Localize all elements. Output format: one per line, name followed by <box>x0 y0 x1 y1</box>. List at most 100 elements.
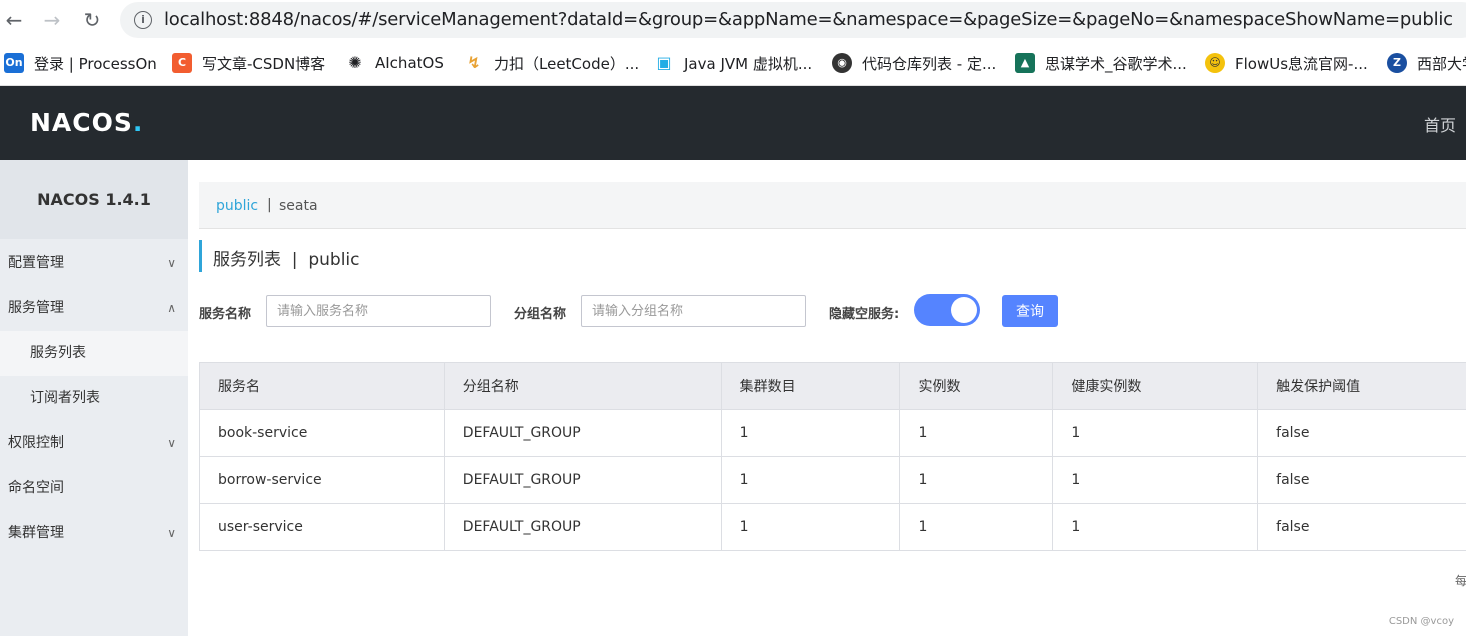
bookmark-csdn[interactable]: C 写文章-CSDN博客 <box>172 52 325 74</box>
watermark: CSDN @vcoy <box>1388 616 1454 627</box>
column-header[interactable]: 触发保护阈值 <box>1257 362 1466 410</box>
url-field[interactable]: i localhost:8848/nacos/#/serviceManageme… <box>120 2 1466 38</box>
healthy-count-cell: 1 <box>1052 409 1259 457</box>
flowus-icon: ☺ <box>1205 53 1225 73</box>
service-name-cell: borrow-service <box>199 456 445 504</box>
bookmark-label: 登录 | ProcessOn <box>34 54 157 73</box>
sidebar-item-cluster[interactable]: 集群管理 ∨ <box>0 511 188 556</box>
sidebar-item-subscribers[interactable]: 订阅者列表 <box>0 376 188 421</box>
chevron-down-icon: ∨ <box>167 256 176 270</box>
protect-threshold-cell: false <box>1257 503 1466 551</box>
bookmark-leetcode[interactable]: ↯ 力扣（LeetCode）... <box>464 52 639 74</box>
url-text[interactable]: localhost:8848/nacos/#/serviceManagement… <box>164 9 1453 30</box>
hide-empty-label: 隐藏空服务: <box>829 307 900 322</box>
column-header[interactable]: 分组名称 <box>444 362 722 410</box>
hide-empty-toggle[interactable] <box>914 294 980 326</box>
group-name-label: 分组名称 <box>514 307 567 322</box>
bookmark-code-repo[interactable]: ◉ 代码仓库列表 - 定... <box>832 52 996 74</box>
logo-dot: . <box>132 108 144 137</box>
chevron-down-icon: ∨ <box>167 526 176 540</box>
leetcode-icon: ↯ <box>464 53 484 73</box>
bookmark-aichatos[interactable]: ✺ AIchatOS <box>345 52 444 74</box>
toggle-knob <box>951 297 977 323</box>
xibu-icon: Z <box>1387 53 1407 73</box>
home-link[interactable]: 首页 <box>1424 112 1456 136</box>
namespace-public[interactable]: public <box>216 198 258 214</box>
service-name-cell: user-service <box>199 503 445 551</box>
sidebar-item-label: 命名空间 <box>8 480 64 496</box>
column-header[interactable]: 集群数目 <box>721 362 901 410</box>
bookmark-xibu[interactable]: Z 西部大学 <box>1387 52 1466 74</box>
instance-count-cell: 1 <box>899 456 1054 504</box>
sidebar-item-config[interactable]: 配置管理 ∨ <box>0 241 188 286</box>
bilibili-icon: ▣ <box>654 53 674 73</box>
namespace-seata[interactable]: seata <box>279 198 318 214</box>
chevron-up-icon: ∧ <box>167 301 176 315</box>
healthy-count-cell: 1 <box>1052 503 1259 551</box>
service-name-label: 服务名称 <box>199 307 252 322</box>
logo-text: NACOS <box>30 108 133 137</box>
bookmark-flowus[interactable]: ☺ FlowUs息流官网-... <box>1205 52 1368 74</box>
sidebar-item-namespace[interactable]: 命名空间 <box>0 466 188 511</box>
bookmark-label: Java JVM 虚拟机... <box>684 54 813 73</box>
group-cell: DEFAULT_GROUP <box>444 456 722 504</box>
protect-threshold-cell: false <box>1257 456 1466 504</box>
sidebar-item-label: 服务列表 <box>30 345 86 361</box>
table-row[interactable]: borrow-service DEFAULT_GROUP 1 1 1 false <box>199 456 1466 504</box>
sidebar-item-label: 配置管理 <box>8 255 64 271</box>
table-row[interactable]: book-service DEFAULT_GROUP 1 1 1 false <box>199 409 1466 457</box>
healthy-count-cell: 1 <box>1052 456 1259 504</box>
sidebar-item-label: 集群管理 <box>8 525 64 541</box>
bookmark-processon[interactable]: On 登录 | ProcessOn <box>4 52 157 74</box>
reload-icon[interactable]: ↻ <box>80 8 104 32</box>
forward-arrow-icon[interactable]: → <box>40 8 64 32</box>
instance-count-cell: 1 <box>899 409 1054 457</box>
pager-hint: 每 <box>1455 574 1466 588</box>
nacos-logo[interactable]: NACOS. <box>30 108 143 137</box>
bookmark-label: 西部大学 <box>1417 54 1466 73</box>
table-row[interactable]: user-service DEFAULT_GROUP 1 1 1 false <box>199 503 1466 551</box>
instance-count-cell: 1 <box>899 503 1054 551</box>
bookmark-label: 写文章-CSDN博客 <box>202 54 326 73</box>
namespace-separator: | <box>267 197 272 213</box>
back-arrow-icon[interactable]: ← <box>2 8 26 32</box>
service-table: 服务名 分组名称 集群数目 实例数 健康实例数 触发保护阈值 book-serv… <box>199 362 1466 551</box>
chevron-down-icon: ∨ <box>167 436 176 450</box>
sidebar-item-permissions[interactable]: 权限控制 ∨ <box>0 421 188 466</box>
group-cell: DEFAULT_GROUP <box>444 409 722 457</box>
sidebar-item-label: 权限控制 <box>8 435 64 451</box>
scholar-icon: ▲ <box>1015 53 1035 73</box>
sidebar-item-label: 订阅者列表 <box>30 390 100 406</box>
column-header[interactable]: 实例数 <box>899 362 1054 410</box>
service-name-input[interactable] <box>266 295 491 327</box>
site-info-icon[interactable]: i <box>134 11 152 29</box>
sidebar-item-service-list[interactable]: 服务列表 <box>0 331 188 376</box>
code-repo-icon: ◉ <box>832 53 852 73</box>
version-title: NACOS 1.4.1 <box>0 160 188 239</box>
column-header[interactable]: 健康实例数 <box>1052 362 1259 410</box>
bookmark-bilibili[interactable]: ▣ Java JVM 虚拟机... <box>654 52 812 74</box>
bookmark-label: 思谋学术_谷歌学术... <box>1045 54 1187 73</box>
bookmarks-bar: On 登录 | ProcessOn C 写文章-CSDN博客 ✺ AIchatO… <box>0 40 1466 86</box>
bookmark-scholar[interactable]: ▲ 思谋学术_谷歌学术... <box>1015 52 1187 74</box>
sidebar-item-label: 服务管理 <box>8 300 64 316</box>
processon-icon: On <box>4 53 24 73</box>
service-name-cell: book-service <box>199 409 445 457</box>
column-header[interactable]: 服务名 <box>199 362 445 410</box>
bookmark-label: AIchatOS <box>375 54 444 72</box>
browser-address-bar: ← → ↻ i localhost:8848/nacos/#/serviceMa… <box>0 0 1466 40</box>
protect-threshold-cell: false <box>1257 409 1466 457</box>
bookmark-label: FlowUs息流官网-... <box>1235 54 1368 73</box>
openai-icon: ✺ <box>345 53 365 73</box>
group-name-input[interactable] <box>581 295 806 327</box>
cluster-count-cell: 1 <box>721 456 901 504</box>
namespace-bar: public | seata <box>199 182 1466 229</box>
sidebar: NACOS 1.4.1 配置管理 ∨ 服务管理 ∧ 服务列表 订阅者列表 权限控… <box>0 160 188 636</box>
sidebar-item-service-mgmt[interactable]: 服务管理 ∧ <box>0 286 188 331</box>
table-header-row: 服务名 分组名称 集群数目 实例数 健康实例数 触发保护阈值 <box>199 362 1466 410</box>
query-button[interactable]: 查询 <box>1002 295 1058 327</box>
app-header: NACOS. 首页 <box>0 86 1466 160</box>
bookmark-label: 代码仓库列表 - 定... <box>862 54 997 73</box>
bookmark-label: 力扣（LeetCode）... <box>494 54 640 73</box>
cluster-count-cell: 1 <box>721 409 901 457</box>
